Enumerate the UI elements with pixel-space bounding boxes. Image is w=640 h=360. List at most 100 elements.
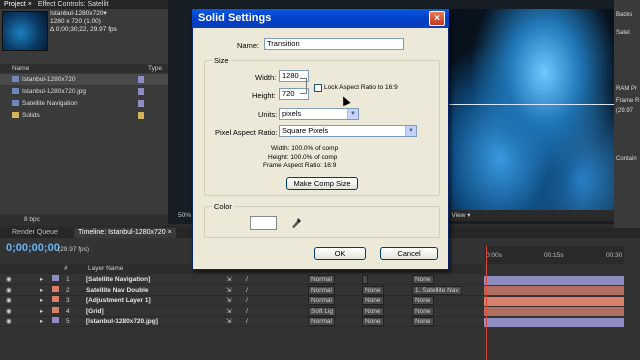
current-time[interactable]: 0;00;00;00 [6,242,60,254]
layer-row[interactable]: ◉ ▸ 1 [Satellite Navigation] ⇲ / Normal None [0,275,484,285]
pixel-aspect-select[interactable]: Square Pixels ▼ [279,125,417,137]
layer-label-color[interactable] [52,285,59,292]
layer-duration-bar[interactable] [484,296,624,306]
shy-icon[interactable]: ⇲ [226,307,231,317]
quality-icon[interactable]: / [246,296,248,306]
shy-icon[interactable]: ⇲ [226,275,231,285]
column-type[interactable]: Type [148,64,162,73]
layer-name[interactable]: [Satellite Navigation] [86,275,150,285]
shy-icon[interactable]: ⇲ [226,286,231,296]
make-comp-size-button[interactable]: Make Comp Size [286,177,358,190]
bpc-button[interactable]: 8 bpc [24,216,40,223]
layer-duration-bar[interactable] [484,317,624,327]
layer-name[interactable]: [Grid] [86,307,104,317]
shy-icon[interactable]: ⇲ [226,317,231,327]
layer-duration-bar[interactable] [484,307,624,316]
layer-duration-bar[interactable] [484,275,624,285]
mode-dropdown[interactable]: Normal [308,296,335,305]
parent-dropdown[interactable]: None [412,306,434,316]
layer-row[interactable]: ◉ ▸ 2 Satellite Nav Double ⇲ / Normal None 1. Sa… [0,285,484,296]
units-select[interactable]: pixels ▼ [279,108,359,120]
layer-name-header[interactable]: Layer Name [88,264,123,274]
ruler-mark: 00:15s [544,252,564,259]
mode-dropdown[interactable]: Normal [308,317,335,326]
quality-icon[interactable]: / [246,275,248,285]
eye-icon[interactable]: ◉ [6,296,12,306]
zoom-level[interactable]: 50% [178,212,191,219]
layer-row[interactable]: ◉ ▸ 4 [Grid] ⇲ / Soft Lig None None [0,306,484,317]
layer-row[interactable]: ◉ ▸ 3 [Adjustment Layer 1] ⇲ / Normal None None [0,296,484,306]
right-panel-item[interactable]: Satel [616,30,630,36]
right-panel-item[interactable]: Contain [616,156,637,162]
project-item-label: Solids [22,112,40,119]
lock-aspect-checkbox[interactable] [314,84,322,92]
view-layout-dropdown[interactable]: 1 View ▾ [446,210,470,221]
project-item[interactable]: Satellite Navigation [0,98,168,109]
ok-button[interactable]: OK [314,247,366,260]
layer-duration-bar[interactable] [484,286,624,295]
project-item[interactable]: Istanbul-1280x720.jpg [0,86,168,97]
item-duration: Δ 0;00;30;22, 29.97 fps [50,26,117,33]
close-button[interactable]: × [429,11,445,26]
tab-timeline[interactable]: Timeline: Istanbul-1280x720 × [74,228,176,238]
tab-render-queue[interactable]: Render Queue [8,228,62,238]
parent-dropdown[interactable]: None [412,275,434,284]
right-panel-item[interactable]: Backs [616,12,632,18]
eyedropper-icon[interactable] [290,216,302,229]
tab-project[interactable]: Project × [4,0,32,9]
ruler-mark: 0:00s [486,252,502,259]
mode-dropdown[interactable]: Soft Lig [308,306,337,316]
layer-name[interactable]: [Adjustment Layer 1] [86,296,151,306]
parent-dropdown[interactable]: None [412,317,434,326]
pixel-aspect-value: Square Pixels [282,126,329,135]
shy-icon[interactable]: ⇲ [226,296,231,306]
layer-label-color[interactable] [52,275,59,281]
layer-row[interactable]: ◉ ▸ 5 [Istanbul-1280x720.jpg] ⇲ / Normal None No… [0,317,484,327]
trkmat-dropdown[interactable] [362,275,368,284]
trkmat-dropdown[interactable]: None [362,285,384,295]
column-name[interactable]: Name [12,65,29,72]
quality-icon[interactable]: / [246,307,248,317]
layer-label-color[interactable] [52,296,59,302]
label-swatch[interactable] [138,88,144,95]
mode-dropdown[interactable]: Normal [308,275,335,284]
layer-label-color[interactable] [52,306,59,313]
item-title[interactable]: Istanbul-1280x720▾ [50,10,117,18]
trkmat-dropdown[interactable]: None [362,306,384,316]
parent-dropdown[interactable]: None [412,296,434,305]
expand-icon[interactable]: ▸ [40,307,43,317]
tab-effect-controls[interactable]: Effect Controls: Satellit [38,0,109,9]
time-ruler[interactable]: 0:00s 00:15s 00:30 [484,246,624,264]
eye-icon[interactable]: ◉ [6,317,12,327]
expand-icon[interactable]: ▸ [40,286,43,296]
eye-icon[interactable]: ◉ [6,307,12,317]
layer-name[interactable]: [Istanbul-1280x720.jpg] [86,317,158,327]
dialog-title[interactable]: Solid Settings [192,9,449,28]
playhead[interactable] [486,246,487,360]
quality-icon[interactable]: / [246,286,248,296]
trkmat-dropdown[interactable]: None [362,317,384,326]
size-group-label: Size [212,56,231,65]
expand-icon[interactable]: ▸ [40,275,43,285]
trkmat-dropdown[interactable]: None [362,296,384,305]
mode-dropdown[interactable]: Normal [308,285,335,295]
eye-icon[interactable]: ◉ [6,286,12,296]
parent-dropdown[interactable]: 1. Satellite Nav [412,285,462,295]
layer-name[interactable]: Satellite Nav Double [86,286,149,296]
project-item-label: Istanbul-1280x720.jpg [22,88,86,95]
eye-icon[interactable]: ◉ [6,275,12,285]
project-item[interactable]: Istanbul-1280x720 [0,74,168,85]
lock-aspect-label[interactable]: Lock Aspect Ratio to 16:9 [324,84,398,91]
label-swatch[interactable] [138,100,144,107]
layer-label-color[interactable] [52,317,59,323]
project-item[interactable]: Solids [0,110,168,121]
name-field[interactable]: Transition [264,38,404,50]
label-swatch[interactable] [138,112,144,119]
color-swatch[interactable] [250,216,277,230]
expand-icon[interactable]: ▸ [40,317,43,327]
cancel-button[interactable]: Cancel [380,247,438,260]
label-swatch[interactable] [138,76,144,83]
expand-icon[interactable]: ▸ [40,296,43,306]
quality-icon[interactable]: / [246,317,248,327]
right-panel-item[interactable]: RAM Pr [616,86,637,92]
